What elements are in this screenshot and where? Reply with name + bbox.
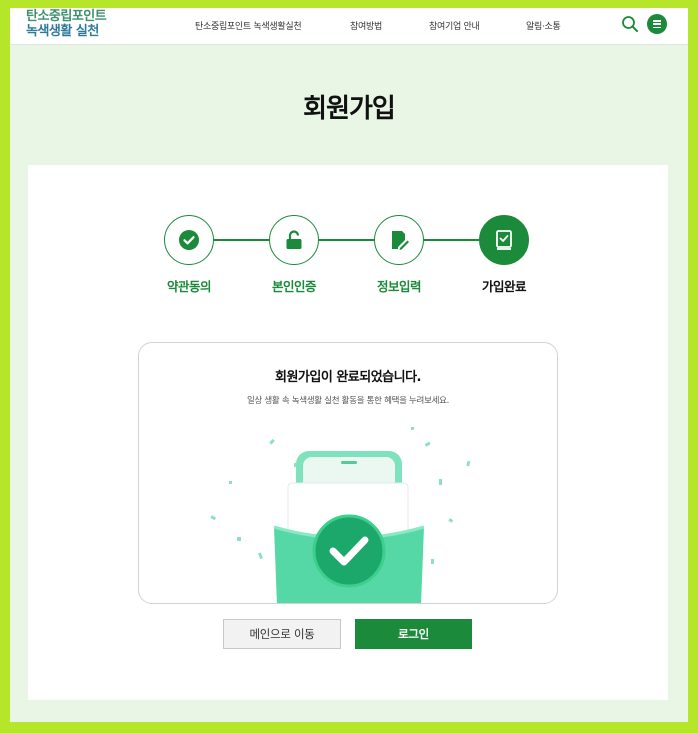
login-button[interactable]: 로그인	[355, 619, 472, 649]
step-connector	[424, 239, 480, 241]
step-label-info: 정보입력	[376, 279, 422, 294]
step-3-circle	[374, 215, 424, 265]
step-4-circle	[479, 215, 529, 265]
completion-title: 회원가입이 완료되었습니다.	[275, 370, 422, 385]
step-1-circle	[164, 215, 214, 265]
browser-frame: 탄소중립포인트 녹색생활 실천 탄소중립포인트 녹색생활실천 참여방법 참여기업…	[10, 8, 688, 722]
completion-description: 일상 생활 속 녹색생활 실천 활동을 통한 혜택을 누려보세요.	[246, 396, 450, 406]
nav-item-notice[interactable]: 알림·소통	[526, 19, 561, 32]
nav-item-partner-info[interactable]: 참여기업 안내	[429, 19, 480, 32]
signup-card: 약관동의 본인인증 정보입력 가입완료 회원가입이 완료되었습니다. 일상 생활…	[28, 165, 668, 700]
signup-complete-illustration	[210, 427, 471, 603]
search-icon[interactable]	[621, 15, 639, 33]
site-header: 탄소중립포인트 녹색생활 실천 탄소중립포인트 녹색생활실천 참여방법 참여기업…	[10, 8, 688, 45]
nav-item-green-life[interactable]: 탄소중립포인트 녹색생활실천	[195, 19, 302, 32]
step-connector	[319, 239, 375, 241]
step-label-terms: 약관동의	[166, 279, 212, 294]
logo-line1: 탄소중립포인트	[26, 9, 107, 24]
go-to-main-button[interactable]: 메인으로 이동	[223, 619, 341, 649]
registered-document-icon	[496, 230, 512, 250]
site-logo[interactable]: 탄소중립포인트 녹색생활 실천	[26, 9, 107, 39]
menu-icon[interactable]	[647, 14, 667, 34]
nav-item-how-to-join[interactable]: 참여방법	[350, 19, 382, 32]
check-circle-icon	[179, 230, 199, 250]
step-label-complete: 가입완료	[481, 279, 527, 294]
page-title: 회원가입	[303, 94, 396, 124]
step-connector	[214, 239, 270, 241]
step-label-verify: 본인인증	[271, 279, 317, 294]
completion-box: 회원가입이 완료되었습니다. 일상 생활 속 녹색생활 실천 활동을 통한 혜택…	[138, 342, 558, 604]
logo-line2: 녹색생활 실천	[26, 24, 99, 39]
unlock-icon	[286, 230, 302, 249]
edit-document-icon	[392, 231, 409, 250]
step-2-circle	[269, 215, 319, 265]
